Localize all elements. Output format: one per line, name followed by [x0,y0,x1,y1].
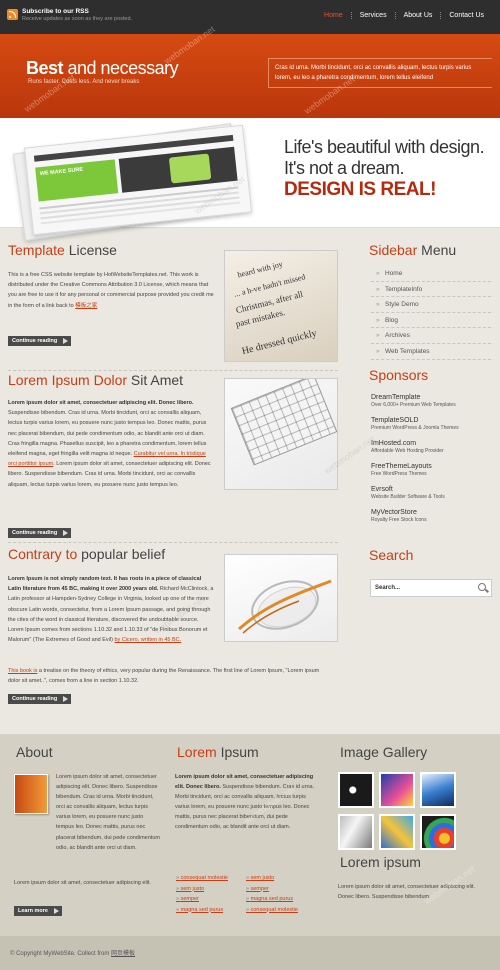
continue-reading-button[interactable]: Continue reading [8,528,72,538]
bottom-panel: About Lorem ipsum dolor sit amet, consec… [0,734,500,936]
about-text-2: Lorem ipsum dolor sit amet, consectetuer… [14,880,151,886]
link-item[interactable]: consequat molestie [246,905,316,916]
link-item[interactable]: sem justo [246,873,316,884]
gallery-thumb[interactable] [420,814,456,850]
nav-home[interactable]: Home [316,12,351,19]
divider [8,542,338,543]
about-image [14,774,48,814]
sidebar-item-web-templates[interactable]: Web Templates [371,344,491,360]
link-item[interactable]: magna sed purus [246,894,316,905]
rss-icon[interactable] [7,9,18,20]
sponsor-item[interactable]: FreeThemeLayouts Free WordPress Themes [371,463,491,477]
rss-title[interactable]: Subscribe to our RSS [22,8,89,15]
book-photo: heard with joy ... a h-ve hadn't missed … [224,250,338,362]
link-item[interactable]: semper [176,894,246,905]
search-input[interactable]: Search... [370,579,492,597]
nav-about-us[interactable]: About Us [394,12,441,19]
search-icon[interactable] [478,583,486,591]
link-list: consequat molestiesem justo sem justosem… [176,873,316,915]
inline-link[interactable]: by Cicero, written in 45 BC. [115,637,182,643]
sidebar-item-style-demo[interactable]: Style Demo [371,297,491,313]
gallery-thumb[interactable] [338,814,374,850]
lorem-text: Lorem ipsum dolor sit amet, consectetuer… [175,774,315,831]
credit-link[interactable]: 模板之家 [75,303,97,309]
post-text: This is a free CSS website template by H… [8,272,214,309]
nav-services[interactable]: Services [350,12,395,19]
gallery-thumb[interactable] [379,814,415,850]
link-item[interactable]: semper [246,884,316,895]
banner-slogan: Life's beautiful with design. It's not a… [284,137,485,200]
template-preview: WE MAKE SURE [24,124,252,236]
search-placeholder: Search... [375,585,401,591]
footer-link[interactable]: 网页模板 [111,951,135,957]
post-text: Lorem ipsum dolor sit amet, consectetuer… [8,400,211,488]
post-contrary: Contrary to popular belief Lorem Ipsum i… [8,546,338,704]
glasses-photo [224,554,338,642]
sponsor-item[interactable]: Evrsoft Website Builder Software & Tools [371,486,491,500]
post-template-license: Template License This is a free CSS webs… [8,242,338,371]
gallery-title: Image Gallery [340,744,428,760]
sidebar-item-blog[interactable]: Blog [371,313,491,329]
lorem-title: Lorem Ipsum [177,744,259,760]
link-item[interactable]: magna sed purus [176,905,246,916]
gallery-text: Lorem ipsum dolor sit amet, consectetuer… [338,884,475,901]
about-text: Lorem ipsum dolor sit amet, consectetuer… [56,774,160,851]
slogan-line-3: DESIGN IS REAL! [284,179,436,200]
link-item[interactable]: consequat molestie [176,873,246,884]
main-nav: Home Services About Us Contact Us [316,12,492,19]
sidebar-item-home[interactable]: Home [371,266,491,282]
post-lorem-ipsum: Lorem Ipsum Dolor Sit Amet Lorem ipsum d… [8,372,338,543]
sponsor-item[interactable]: TemplateSOLD Premium WordPress & Joomla T… [371,417,491,431]
search-title: Search [369,547,414,563]
sidebar-menu: Home TemplateInfo Style Demo Blog Archiv… [371,266,491,360]
about-title: About [16,744,53,760]
post-text: Lorem Ipsum is not simply random text. I… [8,576,214,644]
rss-subtitle: Receive updates as soon as they are post… [22,16,133,22]
link-item[interactable]: sem justo [176,884,246,895]
footer-text: © Copyright MyWebSite. Collect from 网页模板 [10,951,136,957]
sponsor-item[interactable]: MyVectorStore Royalty Free Stock Icons [371,509,491,523]
gallery-thumb[interactable] [420,772,456,808]
inline-link-2[interactable]: This book is [8,668,37,674]
learn-more-button[interactable]: Learn more [14,906,62,916]
divider [8,370,338,371]
gallery-subtitle: Lorem ipsum [340,854,421,870]
sponsor-item[interactable]: DreamTemplate Over 6,000+ Premium Web Tem… [371,394,491,408]
post-text-continued: This book is a treatise on the theory of… [8,668,320,685]
slogan-line-1: Life's beautiful with design. [284,137,485,157]
footer: © Copyright MyWebSite. Collect from 网页模板 [0,936,500,970]
gallery-thumb[interactable] [379,772,415,808]
nav-contact-us[interactable]: Contact Us [440,12,492,19]
sponsors-title: Sponsors [369,367,429,383]
continue-reading-button[interactable]: Continue reading [8,694,72,704]
sponsor-item[interactable]: ImHosted.com Affordable Web Hosting Provi… [371,440,491,454]
sidebar-menu-title: Sidebar Menu [369,242,457,258]
site-tagline: Runs faster. Costs less. And never break… [28,79,140,85]
site-title: Best and necessary [26,58,179,78]
gallery-thumb[interactable] [338,772,374,808]
slogan-line-2: It's not a dream. [284,158,405,178]
keyboard-photo [224,378,338,490]
header-intro-text: Cras id urna. Morbi tincidunt, orci ac c… [268,58,492,88]
header: Best and necessary Runs faster. Costs le… [0,34,500,118]
sidebar-item-archives[interactable]: Archives [371,328,491,344]
top-bar: Subscribe to our RSS Receive updates as … [0,0,500,34]
sidebar-item-templateinfo[interactable]: TemplateInfo [371,282,491,298]
template-preview-label: WE MAKE SURE [35,159,119,202]
continue-reading-button[interactable]: Continue reading [8,336,72,346]
